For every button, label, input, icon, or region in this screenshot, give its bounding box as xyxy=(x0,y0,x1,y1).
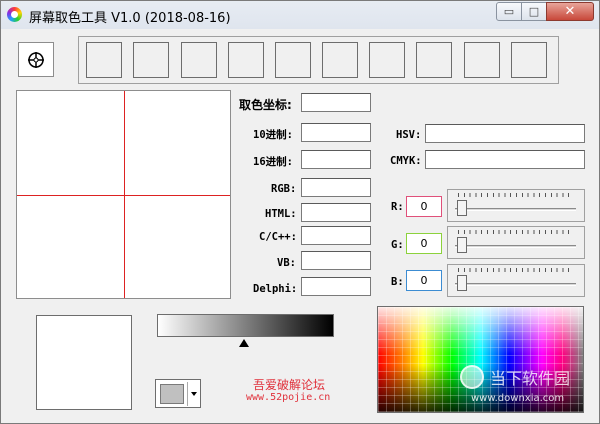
g-slider-ticks xyxy=(458,230,574,234)
history-swatch-9[interactable] xyxy=(464,42,500,78)
r-label: R: xyxy=(391,201,404,213)
vb-label: VB: xyxy=(277,257,296,269)
rgb-label: RGB: xyxy=(271,183,297,195)
g-label: G: xyxy=(391,239,404,251)
delphi-label: Delphi: xyxy=(253,283,298,295)
g-slider-track xyxy=(455,245,576,248)
pick-coord-label: 取色坐标: xyxy=(239,98,292,112)
current-color-preview xyxy=(36,315,132,410)
history-swatch-4[interactable] xyxy=(228,42,264,78)
history-swatch-5[interactable] xyxy=(275,42,311,78)
g-slider-thumb[interactable] xyxy=(457,237,467,253)
history-swatch-8[interactable] xyxy=(416,42,452,78)
crosshair-horizontal xyxy=(17,195,230,196)
brightness-gradient-bar[interactable] xyxy=(157,314,334,337)
color-wheel-icon xyxy=(7,7,22,22)
b-slider-track xyxy=(455,283,576,286)
credit-forum-name: 吾爱破解论坛 xyxy=(253,378,326,392)
c-cpp-field[interactable] xyxy=(301,226,371,245)
selected-color-swatch xyxy=(160,384,184,404)
b-value-field[interactable]: 0 xyxy=(406,270,442,291)
watermark-url: www.downxia.com xyxy=(471,393,565,404)
magnifier-preview xyxy=(16,90,231,299)
color-picker-button[interactable] xyxy=(18,42,54,77)
r-slider-ticks xyxy=(458,193,574,197)
dec-field[interactable] xyxy=(301,123,371,142)
chevron-down-icon[interactable] xyxy=(187,382,200,406)
credit-forum-url[interactable]: www.52pojie.cn xyxy=(246,392,330,403)
r-slider[interactable] xyxy=(447,189,585,222)
hsv-field[interactable] xyxy=(425,124,585,143)
c-cpp-label: C/C++: xyxy=(259,231,297,243)
crosshair-target-icon xyxy=(28,51,44,68)
b-slider[interactable] xyxy=(447,264,585,297)
g-slider[interactable] xyxy=(447,226,585,259)
cmyk-label: CMYK: xyxy=(390,155,422,167)
app-window: 屏幕取色工具 V1.0 (2018-08-16) ▭ □ ✕ 取色坐标: 10进… xyxy=(0,0,600,424)
r-slider-thumb[interactable] xyxy=(457,200,467,216)
close-button[interactable]: ✕ xyxy=(546,2,594,21)
history-swatch-1[interactable] xyxy=(86,42,122,78)
r-value-field[interactable]: 0 xyxy=(406,196,442,217)
cmyk-field[interactable] xyxy=(425,150,585,169)
vb-field[interactable] xyxy=(301,251,371,270)
color-select-dropdown[interactable] xyxy=(155,379,201,408)
g-value-field[interactable]: 0 xyxy=(406,233,442,254)
gradient-pointer-icon[interactable] xyxy=(239,339,249,347)
maximize-button[interactable]: □ xyxy=(521,2,547,21)
pick-coord-field[interactable] xyxy=(301,93,371,112)
rgb-field[interactable] xyxy=(301,178,371,197)
history-swatch-2[interactable] xyxy=(133,42,169,78)
b-label: B: xyxy=(391,276,404,288)
b-slider-thumb[interactable] xyxy=(457,275,467,291)
window-title: 屏幕取色工具 V1.0 (2018-08-16) xyxy=(29,11,231,26)
history-swatch-7[interactable] xyxy=(369,42,405,78)
minimize-button[interactable]: ▭ xyxy=(496,2,522,21)
html-field[interactable] xyxy=(301,203,371,222)
hex-label: 16进制: xyxy=(253,156,293,168)
history-swatch-10[interactable] xyxy=(511,42,547,78)
dec-label: 10进制: xyxy=(253,129,293,141)
hsv-label: HSV: xyxy=(396,129,422,141)
watermark-brand: 当下软件园 xyxy=(490,369,571,388)
delphi-field[interactable] xyxy=(301,277,371,296)
html-label: HTML: xyxy=(265,208,297,220)
history-swatch-3[interactable] xyxy=(181,42,217,78)
watermark-logo-icon xyxy=(460,365,484,389)
r-slider-track xyxy=(455,208,576,211)
title-bar[interactable]: 屏幕取色工具 V1.0 (2018-08-16) ▭ □ ✕ xyxy=(1,1,599,29)
hex-field[interactable] xyxy=(301,150,371,169)
history-swatch-6[interactable] xyxy=(322,42,358,78)
b-slider-ticks xyxy=(458,268,574,272)
